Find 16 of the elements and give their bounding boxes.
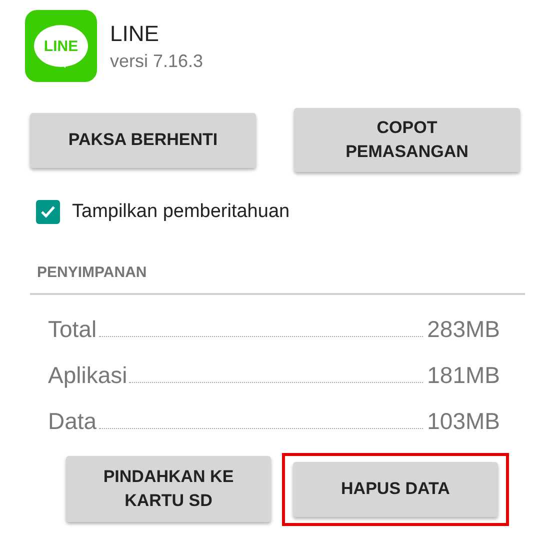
storage-value: 283MB xyxy=(427,316,500,343)
app-name: LINE xyxy=(110,20,160,46)
clear-data-button[interactable]: HAPUS DATA xyxy=(293,462,498,516)
uninstall-button[interactable]: COPOT PEMASANGAN xyxy=(294,108,520,172)
section-header: PENYIMPANAN xyxy=(36,263,148,281)
logo-text: LINE xyxy=(44,38,78,54)
force-stop-button[interactable]: PAKSA BERHENTI xyxy=(30,112,256,168)
move-to-sd-button[interactable]: PINDAHKAN KE KARTU SD xyxy=(66,456,271,522)
storage-value: 181MB xyxy=(427,362,500,389)
checkbox[interactable] xyxy=(36,200,60,224)
storage-label: Total xyxy=(48,316,97,343)
storage-value: 103MB xyxy=(427,408,500,435)
storage-label: Data xyxy=(48,408,97,435)
app-version: versi 7.16.3 xyxy=(110,50,204,72)
checkbox-label: Tampilkan pemberitahuan xyxy=(72,201,290,223)
storage-label: Aplikasi xyxy=(48,362,128,389)
